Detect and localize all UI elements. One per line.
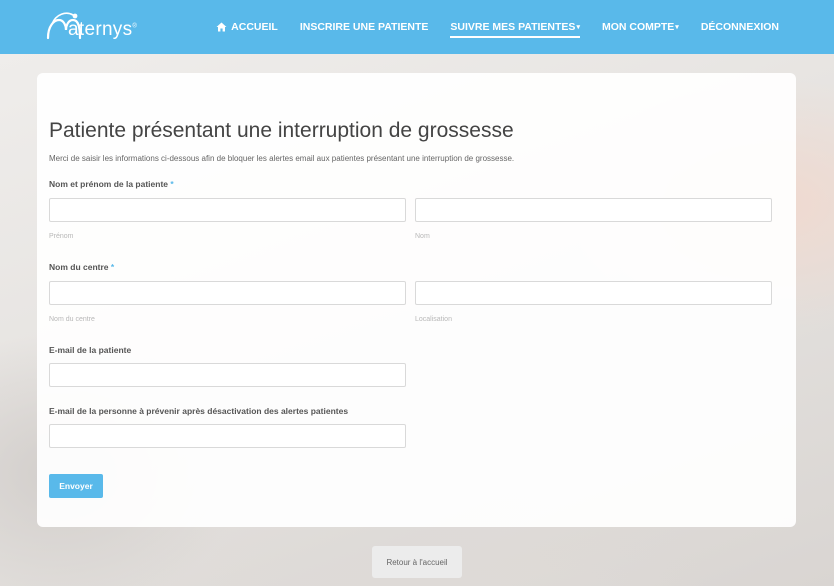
nav-compte-label: MON COMPTE: [601, 21, 675, 33]
chevron-down-icon: ▾: [675, 24, 679, 31]
nav-accueil-label: ACCUEIL: [231, 21, 278, 33]
center-label: Nom du centre *: [49, 262, 115, 272]
nav-deconnexion-label: DÉCONNEXION: [700, 21, 779, 33]
nav-suivre-patientes[interactable]: SUIVRE MES PATIENTES ▾: [450, 16, 580, 38]
last-name-hint: Nom: [415, 233, 430, 240]
nav-mon-compte[interactable]: MON COMPTE ▾: [602, 16, 679, 38]
chevron-down-icon: ▾: [576, 24, 580, 31]
center-location-input[interactable]: [415, 281, 772, 305]
patient-email-label: E-mail de la patiente: [49, 345, 132, 355]
center-name-input[interactable]: [49, 281, 406, 305]
home-icon: [216, 22, 227, 32]
brand-logo[interactable]: aternys®: [46, 10, 146, 42]
contact-email-label: E-mail de la personne à prévenir après d…: [49, 406, 349, 416]
patient-email-input[interactable]: [49, 363, 406, 387]
nav-accueil[interactable]: ACCUEIL: [216, 16, 278, 38]
center-name-hint: Nom du centre: [49, 316, 95, 323]
contact-email-input[interactable]: [49, 424, 406, 448]
brand-name: aternys®: [68, 19, 138, 40]
page-subtitle: Merci de saisir les informations ci-dess…: [49, 154, 515, 163]
form-card: Patiente présentant une interruption de …: [37, 73, 796, 527]
patient-name-label: Nom et prénom de la patiente *: [49, 179, 174, 189]
submit-button[interactable]: Envoyer: [49, 474, 103, 498]
center-location-hint: Localisation: [415, 316, 452, 323]
page-title: Patiente présentant une interruption de …: [49, 119, 514, 142]
main-menu: ACCUEIL INSCRIRE UNE PATIENTE SUIVRE MES…: [194, 0, 779, 54]
back-to-home-button[interactable]: Retour à l'accueil: [372, 546, 462, 578]
nav-inscrire-label: INSCRIRE UNE PATIENTE: [299, 21, 429, 33]
patient-first-name-input[interactable]: [49, 198, 406, 222]
first-name-hint: Prénom: [49, 233, 74, 240]
nav-inscrire-patiente[interactable]: INSCRIRE UNE PATIENTE: [300, 16, 429, 38]
patient-last-name-input[interactable]: [415, 198, 772, 222]
nav-suivre-label: SUIVRE MES PATIENTES: [450, 21, 576, 33]
nav-deconnexion[interactable]: DÉCONNEXION: [701, 16, 779, 38]
top-navbar: aternys® ACCUEIL INSCRIRE UNE PATIENTE S…: [0, 0, 834, 54]
